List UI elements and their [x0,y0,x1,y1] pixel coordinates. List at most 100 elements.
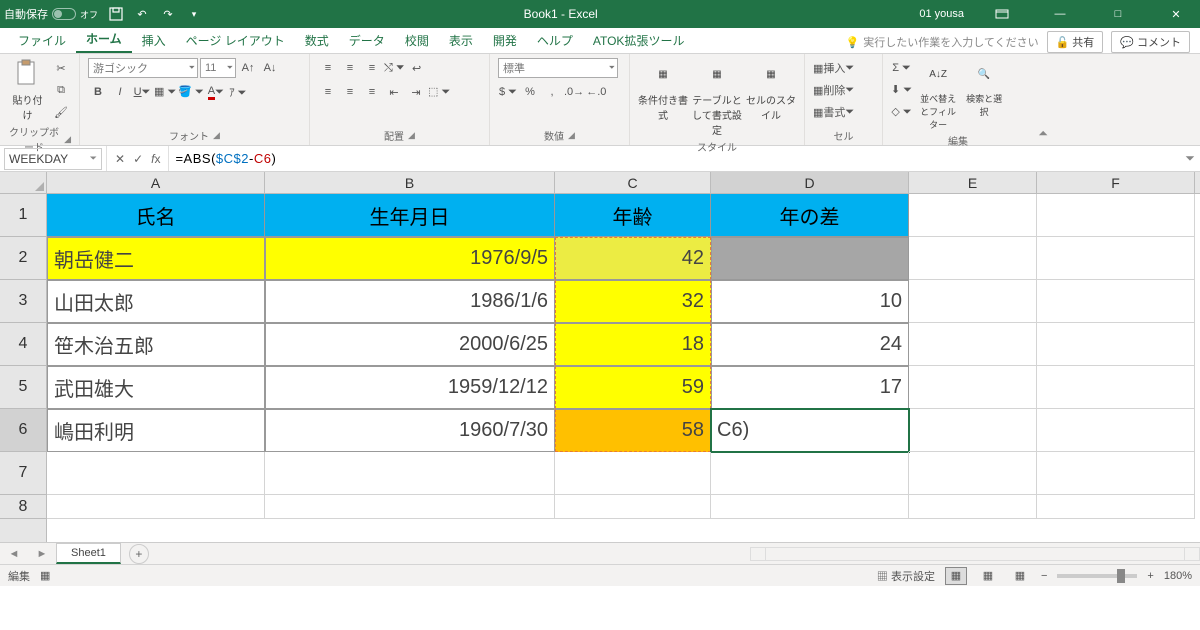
row-header[interactable]: 1 [0,194,46,237]
cell[interactable] [1037,452,1195,495]
cell[interactable] [909,409,1037,452]
font-name-combo[interactable]: 游ゴシック [88,58,198,78]
tab-data[interactable]: データ [339,28,395,53]
orientation-icon[interactable]: ⤭ ⏷ [384,58,405,78]
cell[interactable]: 笹木治五郎 [47,323,265,366]
cell[interactable]: 年の差 [711,194,909,237]
cell[interactable] [909,366,1037,409]
zoom-in-button[interactable]: + [1147,570,1153,582]
italic-button[interactable]: I [110,82,130,102]
cell[interactable]: 1960/7/30 [265,409,555,452]
col-header[interactable]: D [711,172,909,193]
cell[interactable]: 氏名 [47,194,265,237]
fx-icon[interactable]: fx [151,152,160,166]
normal-view-icon[interactable]: ▦ [945,567,967,585]
sheet-nav-next[interactable]: ► [28,548,56,560]
cancel-icon[interactable]: ✕ [115,152,125,166]
close-icon[interactable]: ✕ [1156,0,1196,28]
align-bottom-icon[interactable]: ≡ [362,58,382,78]
accounting-button[interactable]: $ ⏷ [498,82,518,102]
cell[interactable]: 嶋田利明 [47,409,265,452]
row-header[interactable]: 7 [0,452,46,495]
sheet-nav-prev[interactable]: ◄ [0,548,28,560]
zoom-level[interactable]: 180% [1164,570,1192,582]
cell[interactable]: 24 [711,323,909,366]
redo-icon[interactable]: ↷ [160,6,176,22]
cell[interactable]: 59 [555,366,711,409]
merge-button[interactable]: ⬚ ⏷ [428,82,450,102]
select-all-corner[interactable] [0,172,46,194]
cell[interactable] [909,452,1037,495]
cell[interactable] [909,194,1037,237]
percent-button[interactable]: % [520,82,540,102]
cell[interactable] [711,495,909,519]
col-header[interactable]: A [47,172,265,193]
user-name[interactable]: 01 yousa [919,8,964,20]
align-top-icon[interactable]: ≡ [318,58,338,78]
name-box[interactable]: WEEKDAY [4,148,102,170]
cut-icon[interactable]: ✂ [51,58,71,78]
clear-button[interactable]: ◇ ⏷ [891,102,912,122]
sort-filter-button[interactable]: A↓Z並べ替えとフィルター [916,58,960,131]
row-header[interactable]: 6 [0,409,46,452]
tab-home[interactable]: ホーム [76,26,132,53]
cell[interactable] [555,495,711,519]
cell[interactable] [711,237,909,280]
tell-me-search[interactable]: 💡 実行したい作業を入力してください [846,34,1039,50]
display-settings-button[interactable]: ▦ 表示設定 [877,568,935,584]
find-select-button[interactable]: 🔍検索と選択 [964,58,1004,118]
tab-file[interactable]: ファイル [8,28,76,53]
format-table-button[interactable]: ▦テーブルとして書式設定 [692,58,742,137]
cell[interactable]: 朝岳健二 [47,237,265,280]
cell[interactable]: 2000/6/25 [265,323,555,366]
delete-cells-button[interactable]: ▦ 削除 ⏷ [813,80,883,100]
tab-atok[interactable]: ATOK拡張ツール [583,28,695,53]
comma-button[interactable]: , [542,82,562,102]
cell[interactable]: 年齢 [555,194,711,237]
cell[interactable]: 42 [555,237,711,280]
font-color-button[interactable]: A ⏷ [206,82,226,102]
fill-button[interactable]: ⬇ ⏷ [891,80,912,100]
cell[interactable] [1037,323,1195,366]
col-header[interactable]: F [1037,172,1195,193]
paste-button[interactable]: 貼り付け [8,58,47,122]
wrap-text-icon[interactable]: ↩ [407,58,427,78]
align-left-icon[interactable]: ≡ [318,82,338,102]
qat-customize-icon[interactable]: ▾ [186,6,202,22]
enter-icon[interactable]: ✓ [133,152,143,166]
cell[interactable]: 1986/1/6 [265,280,555,323]
cell[interactable] [1037,495,1195,519]
tab-review[interactable]: 校閲 [395,28,439,53]
col-header[interactable]: B [265,172,555,193]
align-right-icon[interactable]: ≡ [362,82,382,102]
cell[interactable] [909,237,1037,280]
cell-styles-button[interactable]: ▦セルのスタイル [746,58,796,122]
cell[interactable]: 生年月日 [265,194,555,237]
cell[interactable]: 山田太郎 [47,280,265,323]
sheet-tab[interactable]: Sheet1 [56,543,121,564]
cell[interactable] [711,452,909,495]
cell[interactable]: 18 [555,323,711,366]
decrease-font-icon[interactable]: A↓ [260,58,280,78]
minimize-icon[interactable]: — [1040,0,1080,28]
inc-decimal-icon[interactable]: .0→ [564,82,584,102]
cell[interactable] [47,452,265,495]
macro-record-icon[interactable]: ▦ [40,569,50,582]
cell[interactable] [1037,237,1195,280]
row-header[interactable]: 3 [0,280,46,323]
tab-layout[interactable]: ページ レイアウト [176,28,295,53]
border-button[interactable]: ▦ ⏷ [154,82,176,102]
spreadsheet-grid[interactable]: 1 2 3 4 5 6 7 8 A B C D E F 氏名 生年月日 年齢 年… [0,172,1200,542]
underline-button[interactable]: U ⏷ [132,82,152,102]
cell[interactable]: 1976/9/5 [265,237,555,280]
dec-decimal-icon[interactable]: ←.0 [586,82,606,102]
page-break-view-icon[interactable]: ▦ [1009,567,1031,585]
tab-view[interactable]: 表示 [439,28,483,53]
tab-formulas[interactable]: 数式 [295,28,339,53]
zoom-slider[interactable] [1057,574,1137,578]
maximize-icon[interactable]: □ [1098,0,1138,28]
undo-icon[interactable]: ↶ [134,6,150,22]
cell[interactable] [47,495,265,519]
autosave-toggle[interactable]: 自動保存 オフ [4,6,98,22]
cell[interactable]: 1959/12/12 [265,366,555,409]
